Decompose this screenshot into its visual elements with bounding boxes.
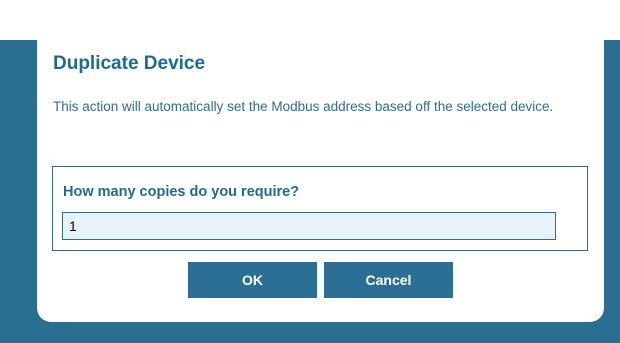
ok-button[interactable]: OK: [188, 262, 317, 298]
duplicate-device-dialog: Duplicate Device This action will automa…: [37, 20, 604, 322]
copies-input[interactable]: [62, 212, 556, 240]
copies-prompt-panel: How many copies do you require?: [52, 166, 588, 251]
copies-prompt-label: How many copies do you require?: [63, 184, 300, 200]
dialog-title: Duplicate Device: [53, 53, 206, 74]
cancel-button[interactable]: Cancel: [324, 262, 453, 298]
dialog-description: This action will automatically set the M…: [53, 99, 554, 114]
